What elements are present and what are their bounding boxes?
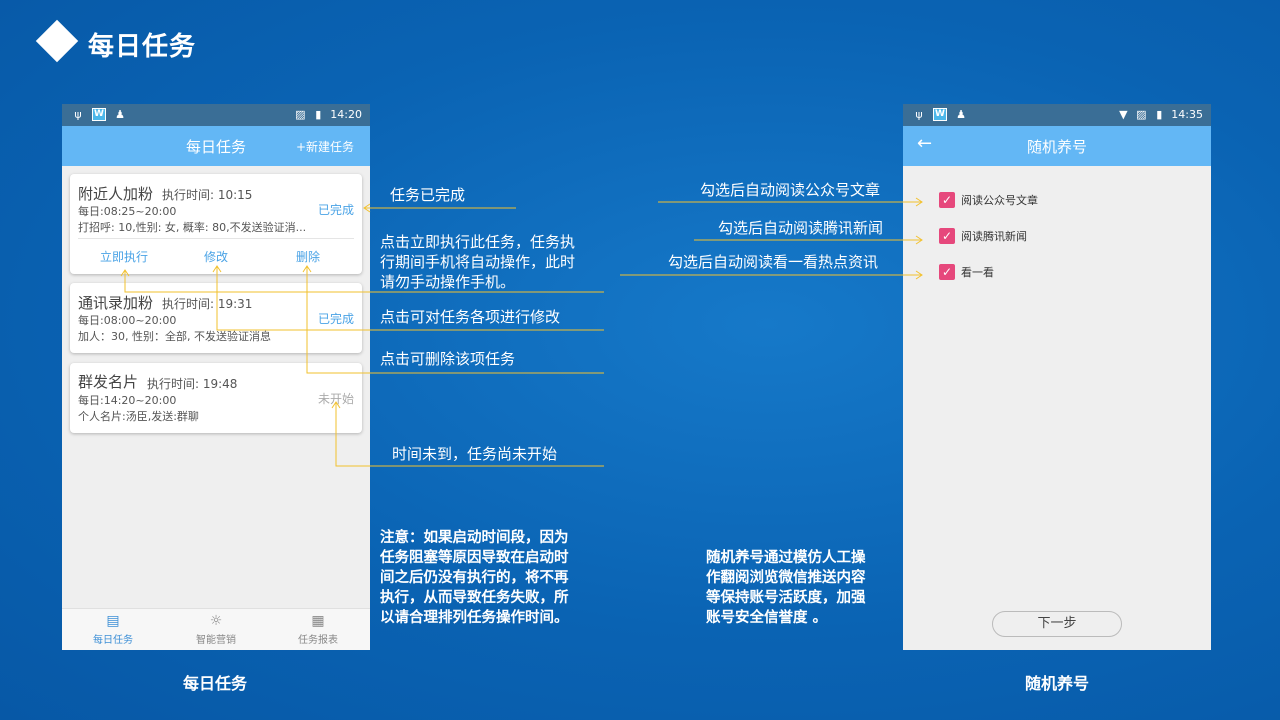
note-line: 随机养号通过模仿人工操 [706,550,866,566]
note-line: 任务阻塞等原因导致在启动时 [380,550,569,566]
note-right: 随机养号通过模仿人工操 作翻阅浏览微信推送内容 等保持账号活跃度，加强 账号安全… [706,548,866,628]
note-line: 间之后仍没有执行的，将不再 [380,570,569,586]
annotation-run-now: 点击立即执行此任务，任务执 行期间手机将自动操作，此时 请勿手动操作手机。 [380,232,575,292]
note-line: 作翻阅浏览微信推送内容 [706,570,866,586]
note-line: 注意：如果启动时间段，因为 [380,530,569,546]
note-line: 账号安全信誉度 。 [706,610,828,626]
annotation-not-started: 时间未到，任务尚未开始 [392,445,558,463]
annotation-completed: 任务已完成 [390,186,466,204]
note-left: 注意：如果启动时间段，因为 任务阻塞等原因导致在启动时 间之后仍没有执行的，将不… [380,528,569,628]
annotation-read-articles: 勾选后自动阅读公众号文章 [700,181,881,199]
note-line: 等保持账号活跃度，加强 [706,590,866,606]
annotation-delete: 点击可删除该项任务 [380,350,516,368]
annotation-read-news: 勾选后自动阅读腾讯新闻 [718,219,884,237]
annotation-line: 点击立即执行此任务，任务执 [380,233,576,251]
annotation-lines [120,197,923,467]
annotation-line: 请勿手动操作手机。 [380,273,516,291]
annotation-edit: 点击可对任务各项进行修改 [380,308,561,326]
note-line: 以请合理排列任务操作时间。 [380,610,569,626]
note-line: 执行，从而导致任务失败，所 [380,590,569,606]
annotation-line: 行期间手机将自动操作，此时 [380,253,576,271]
annotation-read-kankan: 勾选后自动阅读看一看热点资讯 [668,253,879,271]
